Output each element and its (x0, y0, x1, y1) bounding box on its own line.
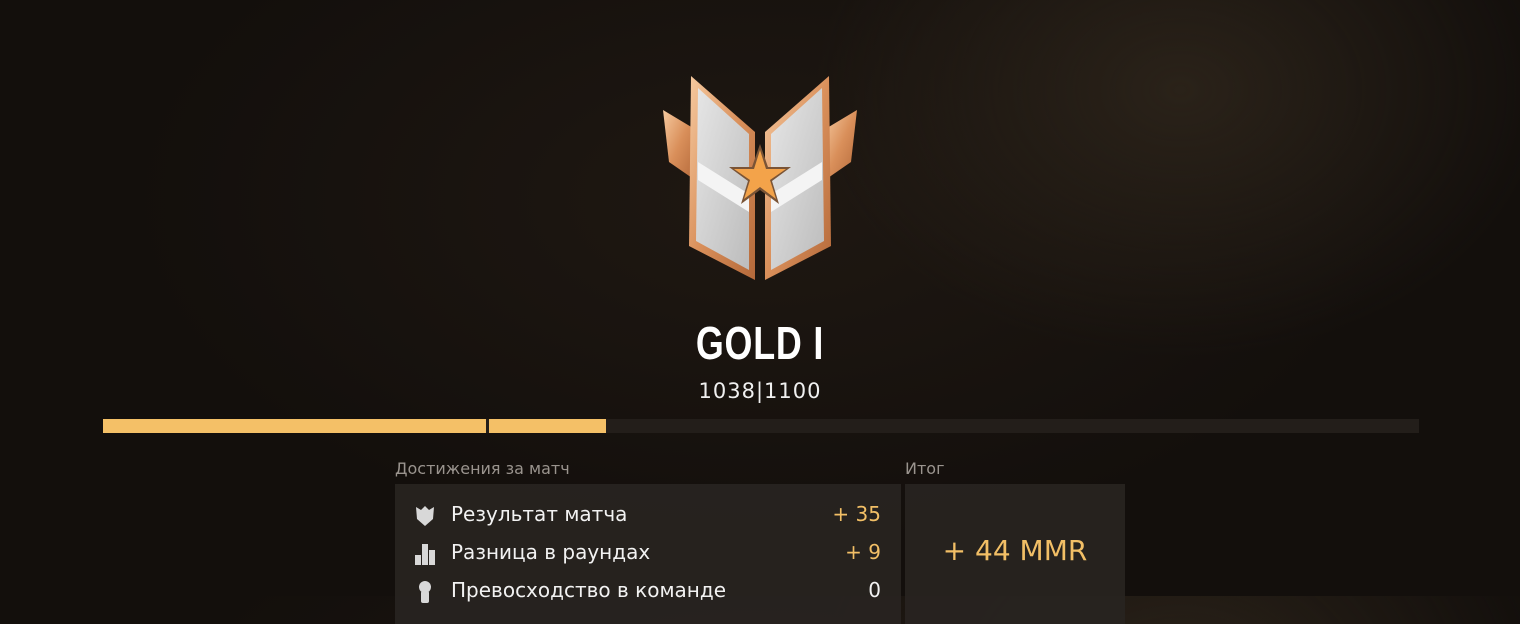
row-label: Разница в раундах (451, 540, 651, 564)
list-item: Превосходство в команде 0 (395, 572, 901, 608)
row-label: Результат матча (451, 502, 628, 526)
match-achievements-panel: Результат матча + 35 Разница в раундах +… (395, 484, 901, 624)
rank-progress-bar (103, 419, 1419, 433)
rank-badge-icon (663, 76, 857, 280)
row-value: + 9 (845, 540, 881, 564)
rank-points: 1038|1100 (698, 379, 822, 403)
rank-title: GOLD I (695, 317, 825, 369)
total-mmr-value: + 44 MMR (942, 534, 1088, 567)
list-item: Результат матча + 35 (395, 496, 901, 532)
shield-icon (416, 506, 434, 526)
total-label: Итог (905, 459, 945, 478)
row-label: Превосходство в команде (451, 578, 726, 602)
progress-previous-fill (103, 419, 486, 433)
row-value: + 35 (832, 502, 881, 526)
match-achievements-label: Достижения за матч (395, 459, 570, 478)
total-panel: + 44 MMR (905, 484, 1125, 624)
progress-gained-fill (489, 419, 606, 433)
list-item: Разница в раундах + 9 (395, 534, 901, 570)
person-icon (419, 581, 431, 603)
row-value: 0 (868, 578, 881, 602)
bar-chart-icon (415, 544, 435, 565)
